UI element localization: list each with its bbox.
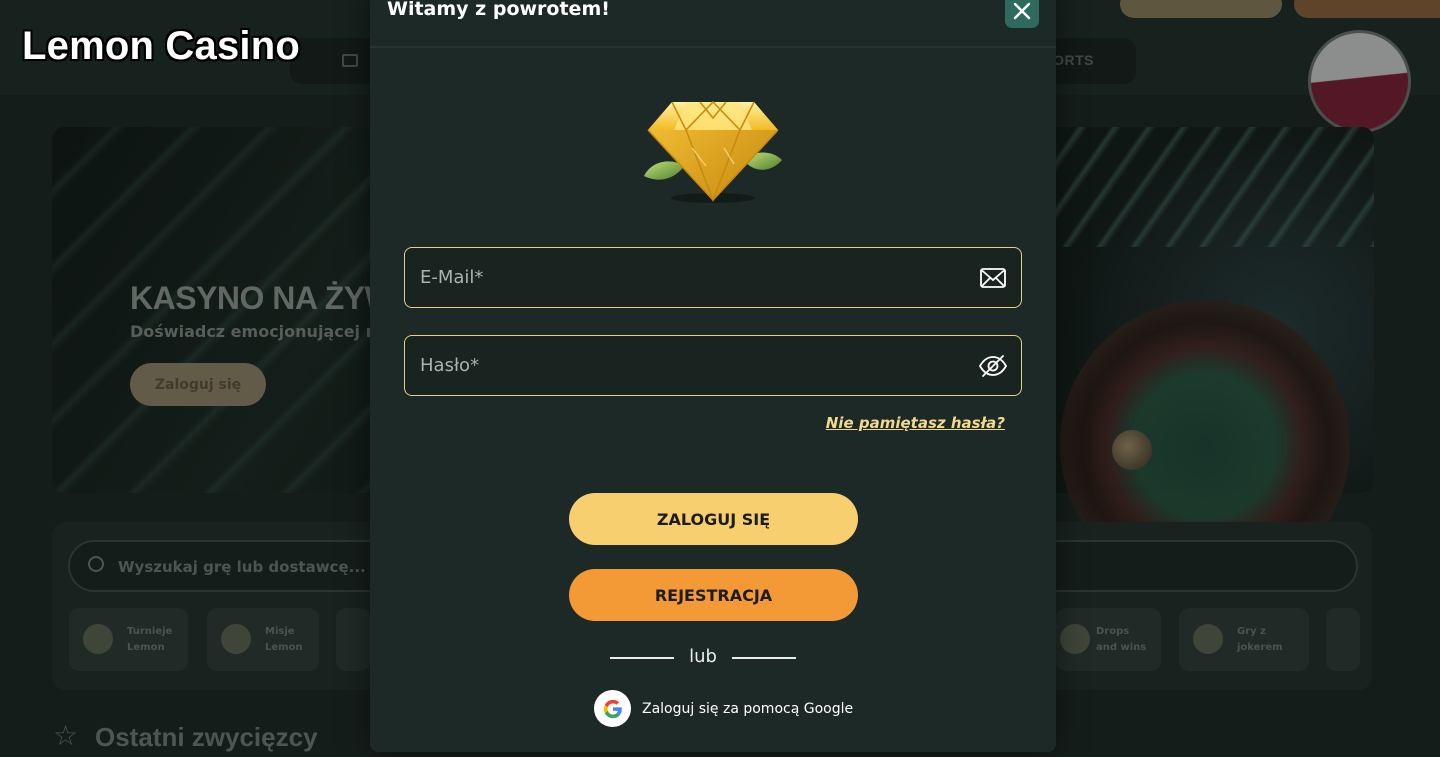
close-icon bbox=[1013, 2, 1031, 19]
modal-title: Witamy z powrotem! bbox=[387, 0, 610, 20]
divider-line-right bbox=[732, 657, 796, 659]
email-input[interactable] bbox=[405, 248, 965, 306]
envelope-icon bbox=[980, 268, 1006, 288]
google-login-label: Zaloguj się za pomocą Google bbox=[642, 700, 854, 717]
password-field[interactable] bbox=[404, 335, 1022, 396]
eye-off-icon[interactable] bbox=[978, 351, 1008, 381]
email-field[interactable] bbox=[404, 247, 1022, 308]
google-icon bbox=[603, 699, 622, 718]
login-modal: Witamy z powrotem! E-Mail* Nie pamiętasz… bbox=[370, 0, 1056, 752]
register-button[interactable]: REJESTRACJA bbox=[569, 569, 858, 621]
google-badge bbox=[594, 690, 631, 727]
login-button[interactable]: ZALOGUJ SIĘ bbox=[569, 493, 858, 545]
or-divider: lub bbox=[610, 646, 796, 668]
close-button[interactable] bbox=[1005, 0, 1039, 28]
brand-watermark: Lemon Casino bbox=[22, 24, 300, 68]
modal-header: Witamy z powrotem! bbox=[370, 0, 1056, 48]
password-input[interactable] bbox=[405, 336, 965, 394]
diamond-icon bbox=[644, 100, 782, 203]
google-login-button[interactable]: Zaloguj się za pomocą Google bbox=[594, 690, 853, 727]
forgot-password-link[interactable]: Nie pamiętasz hasła? bbox=[826, 414, 1005, 432]
